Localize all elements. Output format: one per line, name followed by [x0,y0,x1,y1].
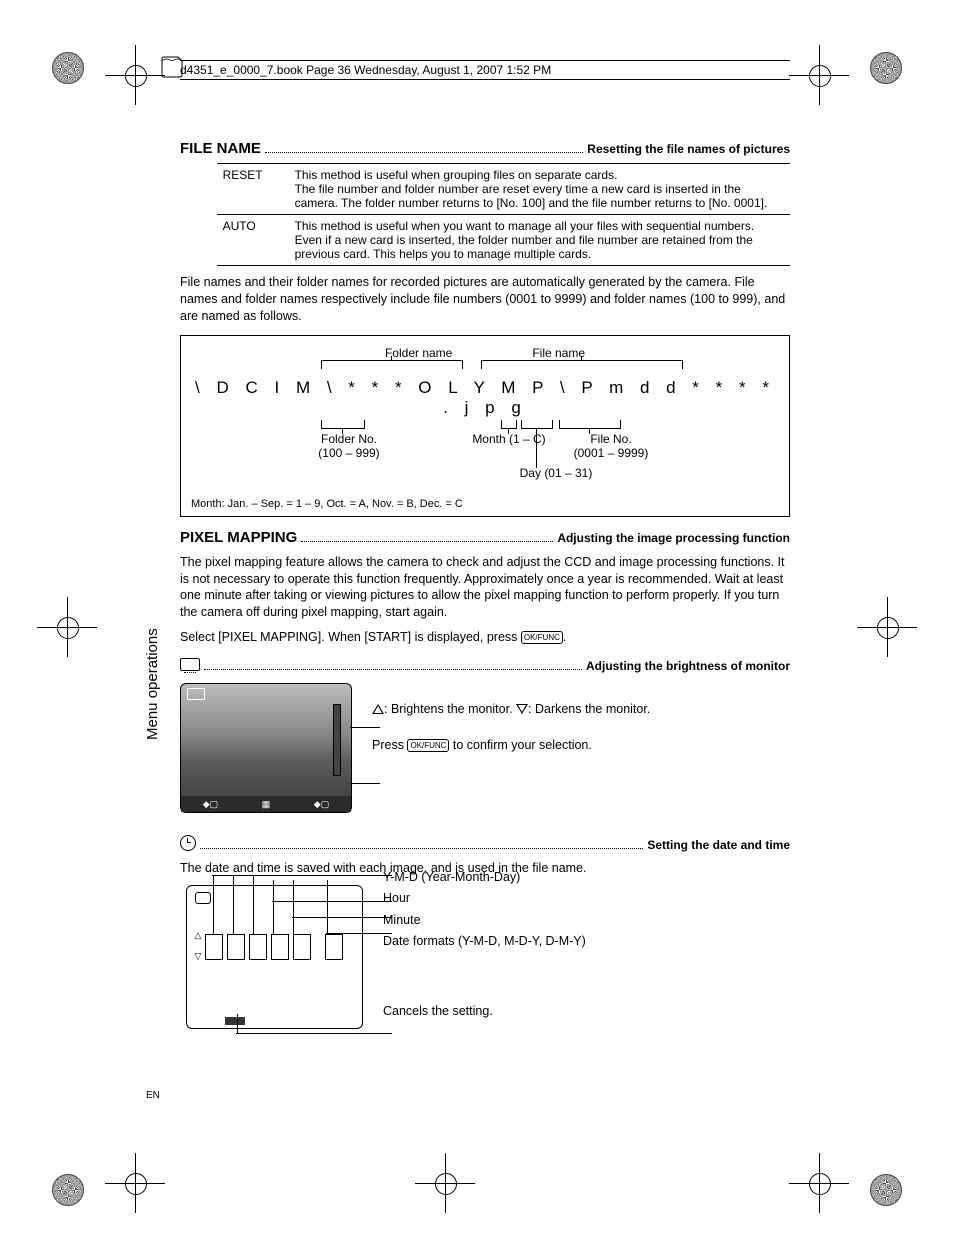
date-label-hour: Hour [383,890,586,908]
crop-starburst-icon [52,1174,84,1206]
date-label-cancel: Cancels the setting. [383,1003,586,1021]
crop-crosshair-icon [120,60,150,90]
section-brightness: Adjusting the brightness of monitor [180,658,790,673]
diagram-file-path: \ D C I M \ * * * O L Y M P \ P m d d * … [191,378,779,418]
lcd-preview: ◆▢▦◆▢ [180,683,352,813]
crop-crosshair-icon [52,612,82,642]
down-triangle-icon [516,704,528,714]
crop-starburst-icon [52,52,84,84]
section-file-name: FILE NAME Resetting the file names of pi… [180,140,790,157]
section-pixel-mapping: PIXEL MAPPING Adjusting the image proces… [180,529,790,546]
sidebar-section-label: Menu operations [144,628,161,740]
file-path-diagram: Folder name File name \ D C I M \ * * * … [180,335,790,517]
footer-language: EN [146,1090,160,1101]
diagram-file-no-label: File No. [590,432,631,446]
brightness-annotation-1: : Brightens the monitor. : Darkens the m… [372,701,650,719]
section-subtitle: Resetting the file names of pictures [587,142,790,156]
up-triangle-icon [372,704,384,714]
clock-icon [180,835,196,851]
section-subtitle: Setting the date and time [647,838,790,852]
section-subtitle: Adjusting the brightness of monitor [586,659,790,673]
crop-crosshair-icon [804,60,834,90]
date-label-minute: Minute [383,912,586,930]
diagram-month-label: Month (1 – C) [459,432,559,446]
diagram-file-range: (0001 – 9999) [574,446,649,460]
date-label-formats: Date formats (Y-M-D, M-D-Y, D-M-Y) [383,933,586,951]
page-header: d4351_e_0000_7.book Page 36 Wednesday, A… [180,60,790,80]
crop-crosshair-icon [804,1168,834,1198]
monitor-brightness-icon [180,658,200,671]
section-title: FILE NAME [180,140,261,157]
date-lcd-diagram: △ ▽ [186,885,363,1029]
option-reset-desc: This method is useful when grouping file… [289,164,790,215]
option-auto-desc: This method is useful when you want to m… [289,215,790,266]
diagram-folder-range: (100 – 999) [318,446,379,460]
option-reset-label: RESET [217,164,289,215]
brightness-annotation-2: Press OK/FUNC to confirm your selection. [372,737,650,755]
diagram-folder-name-label: Folder name [385,346,452,360]
pixel-mapping-instruction: Select [PIXEL MAPPING]. When [START] is … [180,629,790,646]
pixel-mapping-paragraph: The pixel mapping feature allows the cam… [180,554,790,622]
crop-crosshair-icon [120,1168,150,1198]
section-title: PIXEL MAPPING [180,529,297,546]
ok-func-button-icon: OK/FUNC [407,739,449,752]
crop-crosshair-icon [872,612,902,642]
option-auto-label: AUTO [217,215,289,266]
diagram-file-name-label: File name [532,346,585,360]
diagram-day-label: Day (01 – 31) [496,466,616,480]
crop-starburst-icon [870,52,902,84]
section-subtitle: Adjusting the image processing function [557,531,790,545]
date-label-ymd: Y-M-D (Year-Month-Day) [383,869,586,887]
diagram-month-note: Month: Jan. – Sep. = 1 – 9, Oct. = A, No… [191,498,779,510]
crop-starburst-icon [870,1174,902,1206]
ok-func-button-icon: OK/FUNC [521,631,563,644]
diagram-folder-no-label: Folder No. [321,432,377,446]
crop-crosshair-icon [430,1168,460,1198]
file-name-options-table: RESET This method is useful when groupin… [217,163,790,266]
section-date-time: Setting the date and time [180,835,790,852]
file-name-paragraph: File names and their folder names for re… [180,274,790,325]
book-icon [158,53,186,81]
